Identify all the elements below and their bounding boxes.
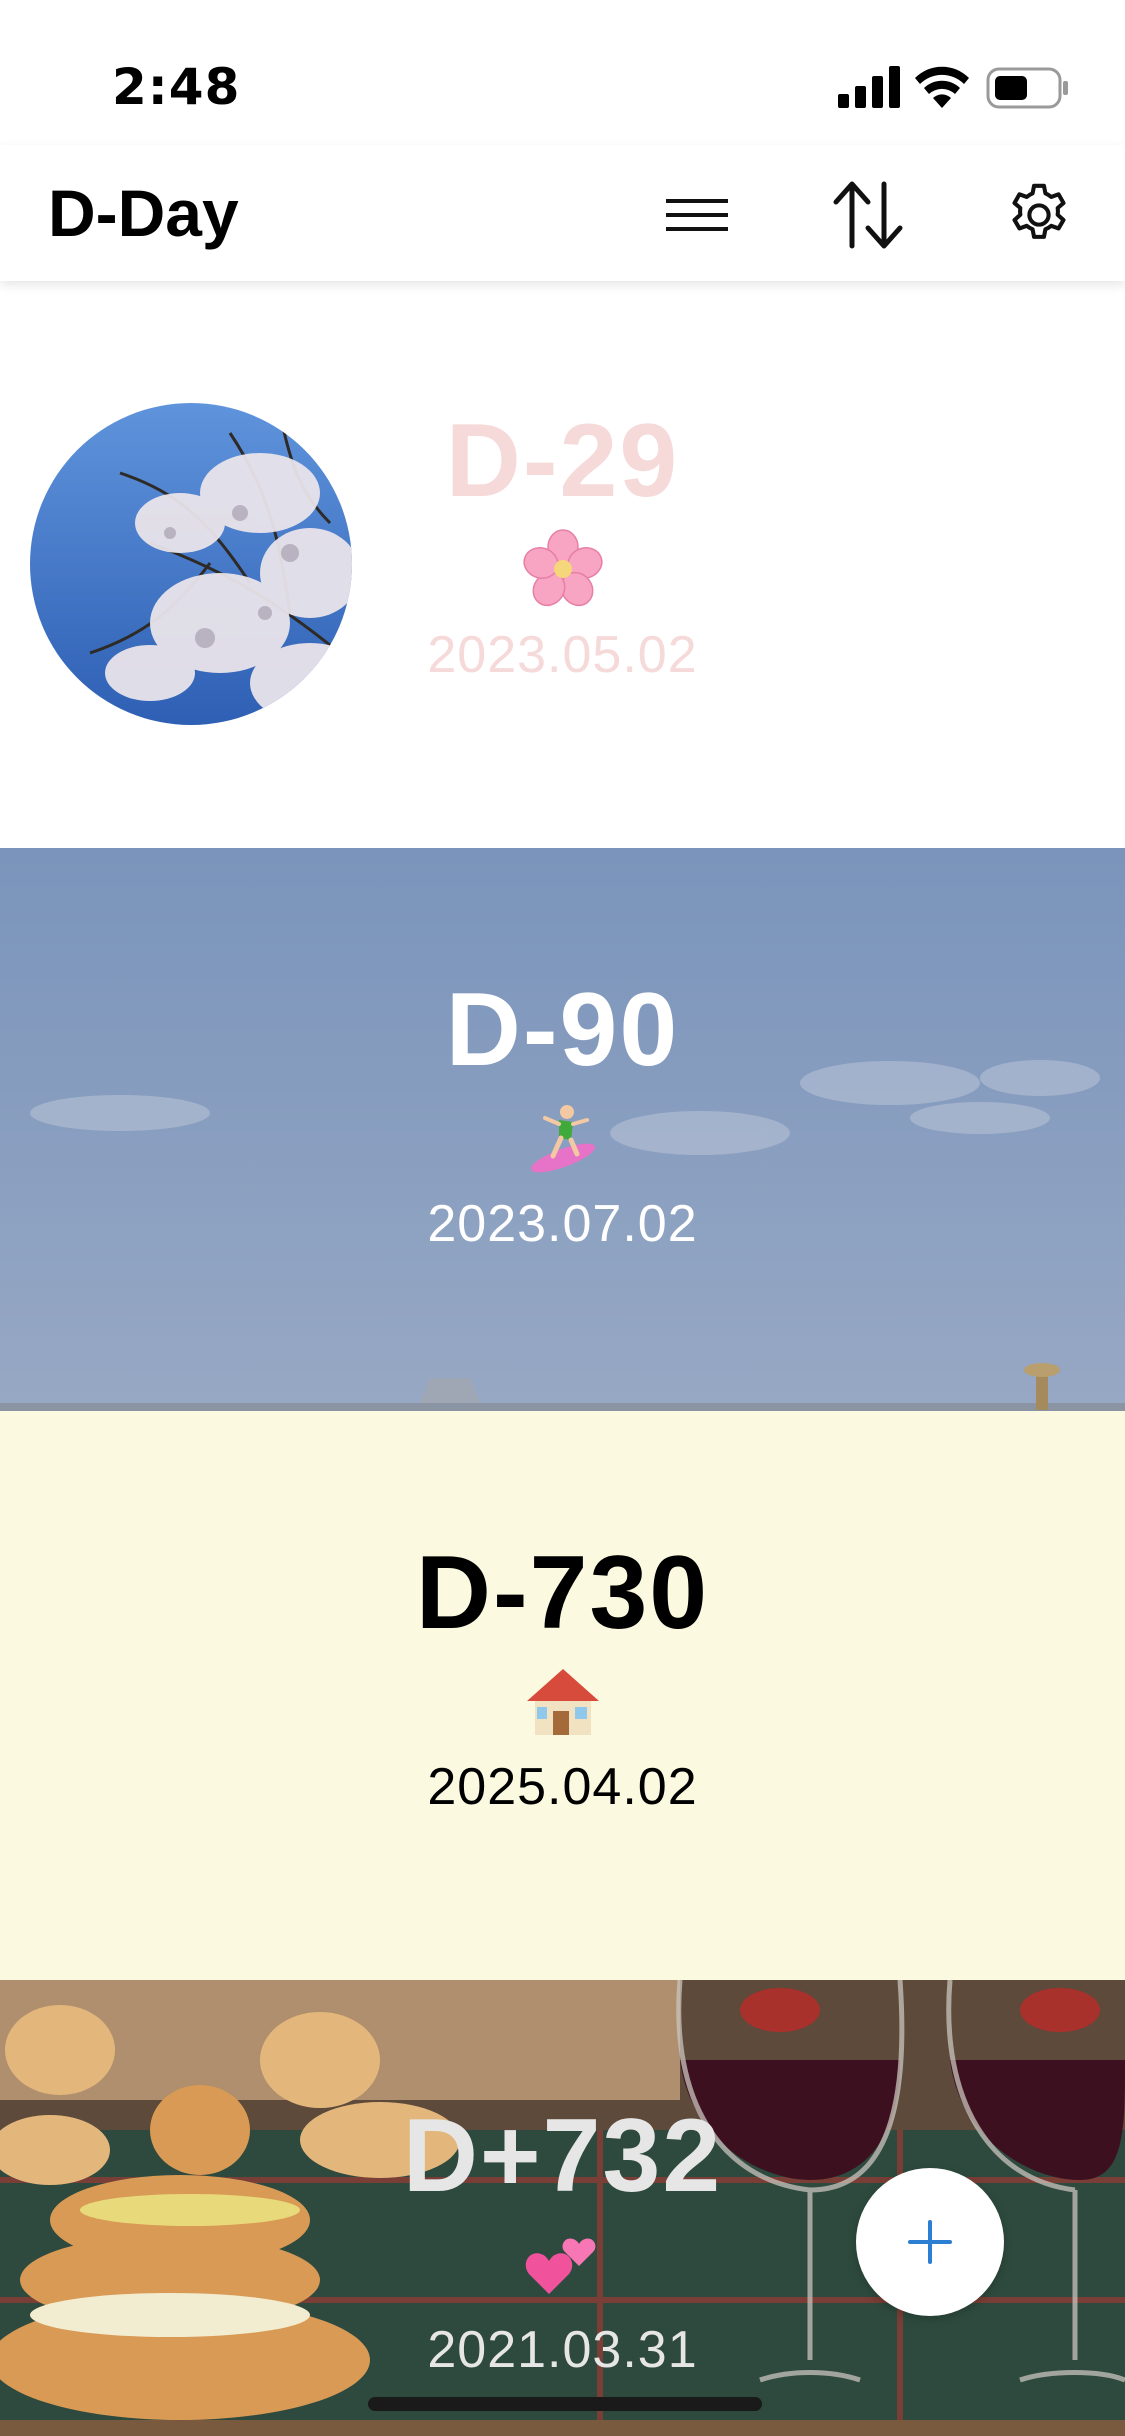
status-bar: 2:48 [0,0,1125,145]
dday-count: D-730 [415,1535,710,1651]
plus-icon [908,2220,952,2264]
app-header: D-Day [0,145,1125,281]
dday-date: 2023.07.02 [427,1195,698,1253]
dday-count: D-29 [445,403,680,519]
house-icon [526,1669,599,1735]
sort-button[interactable] [828,175,908,255]
two-hearts-icon [525,2238,595,2294]
dday-card-3[interactable]: D-730 2025.04.02 [0,1411,1125,1980]
wifi-icon [915,66,969,108]
settings-icon [1012,183,1066,239]
dday-count: D-90 [445,972,680,1088]
person-surfing-icon [530,1105,595,1173]
dday-date: 2021.03.31 [427,2321,698,2379]
dday-date: 2023.05.02 [427,626,698,684]
settings-button[interactable] [999,175,1079,255]
battery-icon [986,67,1068,109]
page-title: D-Day [48,176,239,250]
dday-date: 2025.04.02 [427,1758,698,1816]
menu-button[interactable] [657,175,737,255]
cherry-blossom-icon [522,529,603,607]
dday-card-2[interactable]: D-90 2023.07.02 [0,848,1125,1411]
dday-card-1[interactable]: D-29 2023.05.02 [0,281,1125,848]
cellular-signal-icon [838,66,900,108]
menu-icon [666,199,728,231]
status-time: 2:48 [112,58,241,116]
add-dday-button[interactable] [856,2168,1004,2316]
home-indicator[interactable] [368,2397,762,2411]
sort-icon [833,181,903,249]
